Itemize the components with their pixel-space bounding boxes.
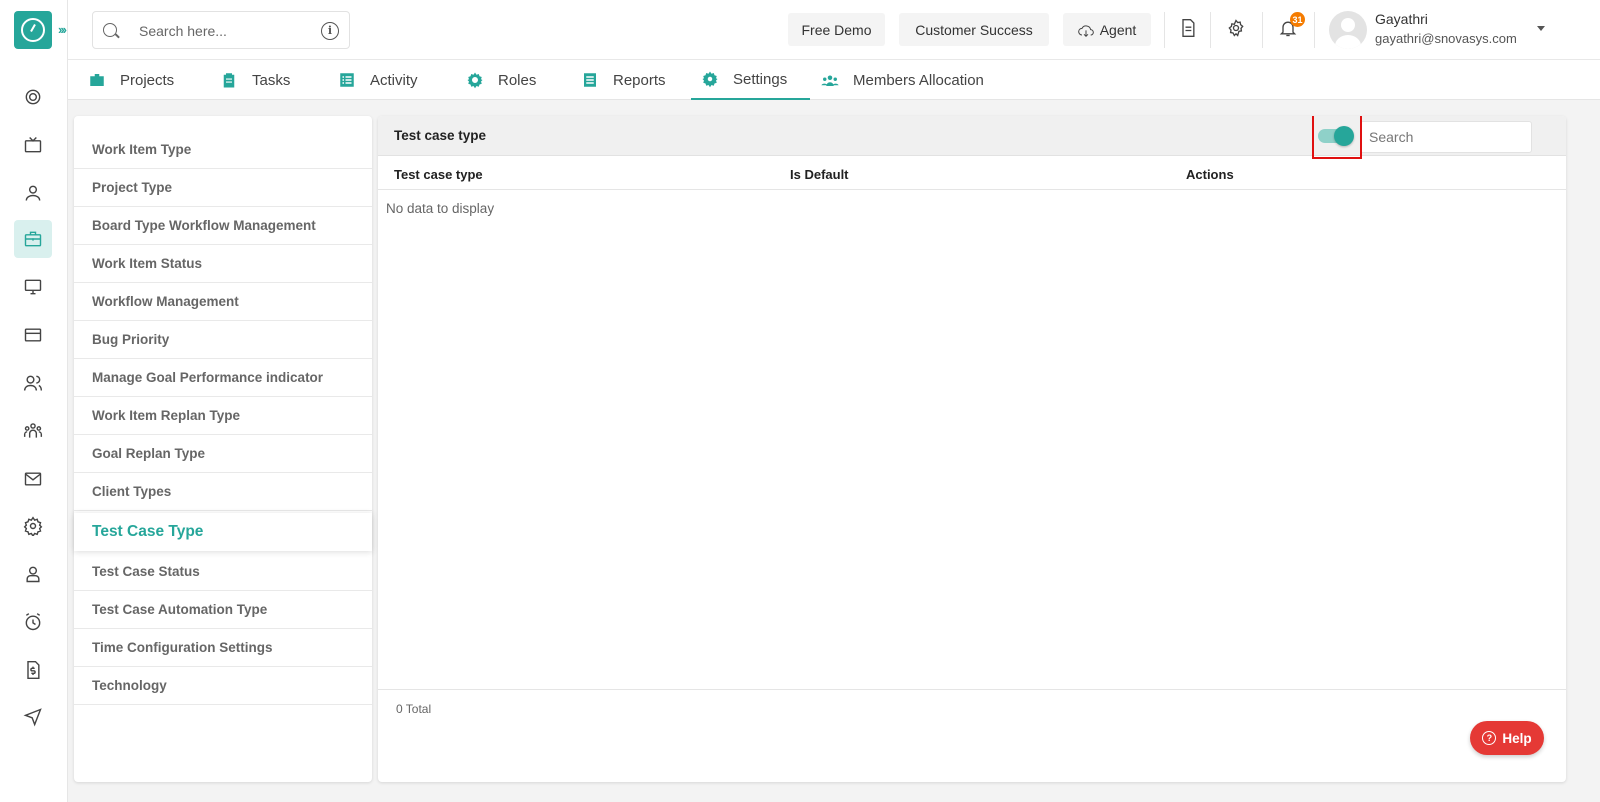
- cloud-download-icon: [1077, 24, 1094, 37]
- top-bar: i Free Demo Customer Success Agent 31 Ga…: [68, 0, 1600, 60]
- side-item-test-case-automation[interactable]: Test Case Automation Type: [74, 591, 372, 629]
- help-button[interactable]: ? Help: [1470, 721, 1544, 755]
- side-item-work-item-replan[interactable]: Work Item Replan Type: [74, 397, 372, 435]
- briefcase-icon: [88, 71, 106, 89]
- tab-label: Activity: [370, 71, 418, 89]
- global-search[interactable]: i: [92, 11, 350, 49]
- user-email: gayathri@snovasys.com: [1375, 31, 1517, 46]
- rail-send-icon[interactable]: [14, 698, 52, 736]
- highlight-annotation: [1312, 116, 1362, 159]
- rail-mail-icon[interactable]: [14, 460, 52, 498]
- tab-reports[interactable]: Reports: [581, 60, 666, 100]
- content-area: Work Item Type Project Type Board Type W…: [68, 100, 1600, 802]
- rail-user-icon[interactable]: [14, 174, 52, 212]
- side-item-technology[interactable]: Technology: [74, 667, 372, 705]
- rail-invoice-icon[interactable]: [14, 651, 52, 689]
- side-item-test-case-status[interactable]: Test Case Status: [74, 553, 372, 591]
- help-label: Help: [1502, 730, 1532, 746]
- rail-alarm-icon[interactable]: [14, 603, 52, 641]
- agent-label: Agent: [1099, 21, 1137, 38]
- left-nav-rail: ›››: [0, 0, 68, 802]
- panel-title: Test case type: [394, 128, 487, 143]
- side-item-board-type-workflow[interactable]: Board Type Workflow Management: [74, 207, 372, 245]
- tab-tasks[interactable]: Tasks: [220, 60, 290, 100]
- side-item-time-configuration[interactable]: Time Configuration Settings: [74, 629, 372, 667]
- side-item-bug-priority[interactable]: Bug Priority: [74, 321, 372, 359]
- empty-table-message: No data to display: [386, 201, 495, 216]
- user-menu-chevron-down-icon[interactable]: [1537, 26, 1545, 31]
- expand-sidebar-icon[interactable]: ›››: [58, 22, 67, 37]
- tab-label: Tasks: [252, 71, 291, 89]
- test-case-type-panel: Test case type Test case type Is Default…: [378, 116, 1566, 782]
- side-item-project-type[interactable]: Project Type: [74, 169, 372, 207]
- panel-header: Test case type: [378, 116, 1566, 156]
- tab-members-allocation[interactable]: Members Allocation: [821, 60, 984, 100]
- free-demo-button[interactable]: Free Demo: [788, 13, 885, 46]
- rail-tv-icon[interactable]: [14, 126, 52, 164]
- cog-icon: [466, 71, 484, 89]
- users-group-icon: [821, 71, 839, 89]
- rail-users-icon[interactable]: [14, 364, 52, 402]
- table-footer: 0 Total: [378, 689, 1566, 782]
- divider: [1210, 12, 1211, 48]
- rail-team-icon[interactable]: [14, 412, 52, 450]
- clock-logo-icon: [21, 18, 45, 42]
- rail-card-icon[interactable]: [14, 316, 52, 354]
- gear-icon[interactable]: [1224, 16, 1248, 40]
- customer-success-button[interactable]: Customer Success: [899, 13, 1049, 46]
- rail-person-badge-icon[interactable]: [14, 555, 52, 593]
- divider: [1164, 12, 1165, 48]
- side-item-work-item-status[interactable]: Work Item Status: [74, 245, 372, 283]
- side-item-goal-replan[interactable]: Goal Replan Type: [74, 435, 372, 473]
- gear-icon: [701, 70, 719, 88]
- tab-activity[interactable]: Activity: [338, 60, 418, 100]
- tab-roles[interactable]: Roles: [466, 60, 536, 100]
- info-icon[interactable]: i: [321, 22, 339, 40]
- tab-settings[interactable]: Settings: [691, 60, 810, 100]
- rail-monitor-icon[interactable]: [14, 268, 52, 306]
- divider: [1262, 12, 1263, 48]
- global-search-input[interactable]: [139, 21, 309, 41]
- clipboard-icon: [220, 71, 238, 89]
- list-icon: [338, 71, 356, 89]
- notifications-bell-icon[interactable]: 31: [1276, 12, 1305, 40]
- column-header-test-case-type[interactable]: Test case type: [394, 167, 483, 182]
- table-header-row: Test case type Is Default Actions: [378, 156, 1566, 190]
- column-header-is-default[interactable]: Is Default: [790, 167, 849, 182]
- document-icon[interactable]: [1176, 16, 1200, 40]
- column-header-actions: Actions: [1186, 167, 1234, 182]
- report-icon: [581, 71, 599, 89]
- rail-projects-icon[interactable]: [14, 220, 52, 258]
- settings-side-menu: Work Item Type Project Type Board Type W…: [74, 116, 372, 782]
- question-icon: ?: [1482, 731, 1497, 745]
- tab-projects[interactable]: Projects: [88, 60, 174, 100]
- rail-settings-icon[interactable]: [14, 507, 52, 545]
- tab-label: Members Allocation: [853, 71, 984, 89]
- user-name[interactable]: Gayathri: [1375, 11, 1428, 27]
- tab-label: Projects: [120, 71, 175, 89]
- module-tabs: Projects Tasks Activity Roles Reports Se…: [68, 60, 1600, 100]
- app-logo[interactable]: [14, 11, 52, 49]
- search-icon: [103, 23, 117, 37]
- divider: [1314, 12, 1315, 48]
- side-item-test-case-type[interactable]: Test Case Type: [74, 513, 372, 551]
- agent-button[interactable]: Agent: [1063, 13, 1151, 46]
- user-avatar[interactable]: [1329, 11, 1367, 49]
- tab-label: Reports: [613, 71, 666, 89]
- rail-dashboard-icon[interactable]: [14, 78, 52, 116]
- total-count: 0 Total: [396, 702, 432, 716]
- tab-label: Roles: [498, 71, 537, 89]
- side-item-goal-performance[interactable]: Manage Goal Performance indicator: [74, 359, 372, 397]
- side-item-client-types[interactable]: Client Types: [74, 473, 372, 511]
- side-item-workflow-management[interactable]: Workflow Management: [74, 283, 372, 321]
- side-item-work-item-type[interactable]: Work Item Type: [74, 131, 372, 169]
- panel-search-input[interactable]: [1360, 121, 1532, 153]
- tab-label: Settings: [733, 70, 788, 88]
- notification-count-badge: 31: [1290, 12, 1305, 27]
